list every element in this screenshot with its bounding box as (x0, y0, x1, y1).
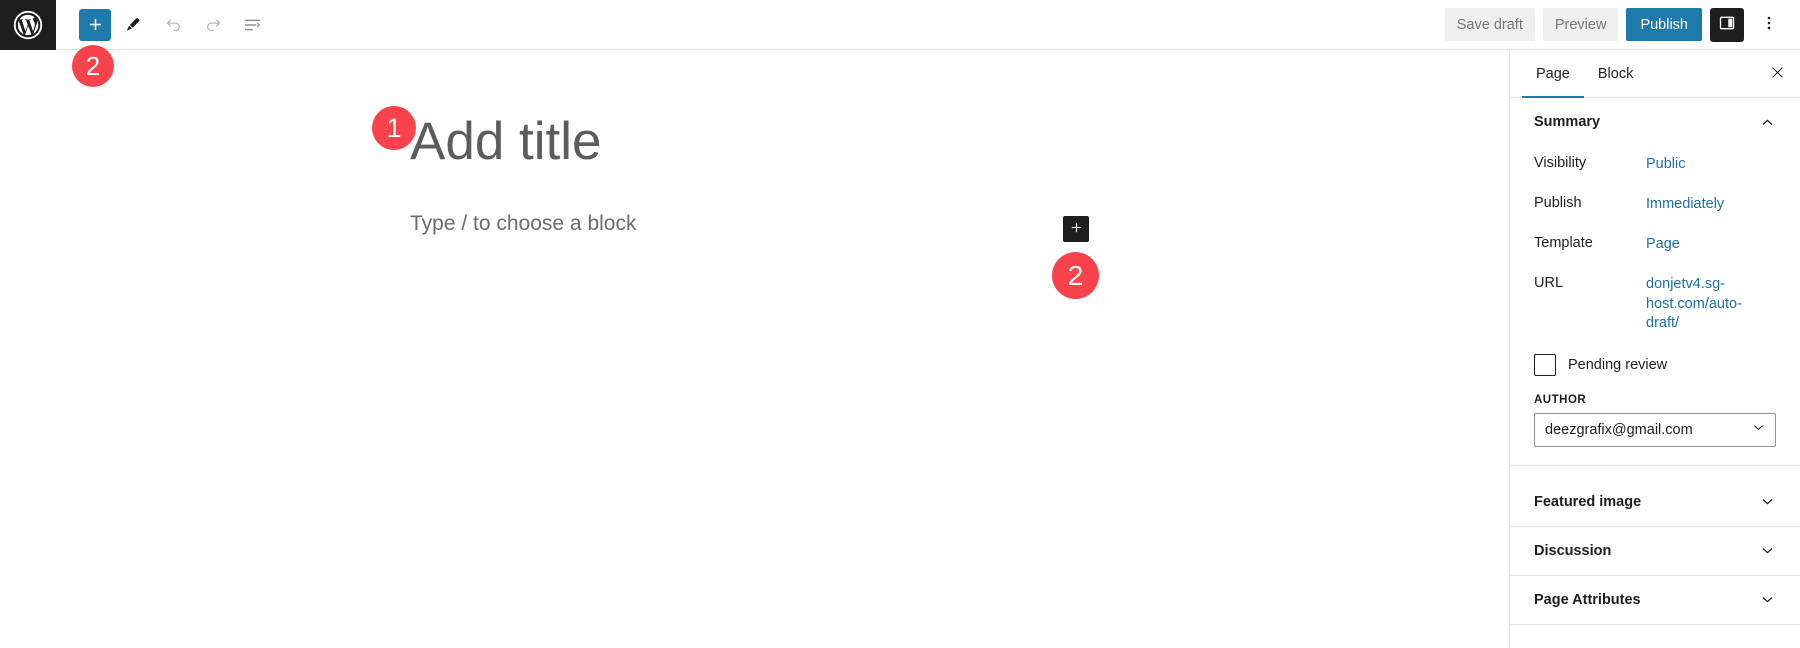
summary-panel-title: Summary (1534, 114, 1601, 130)
editor-header-toolbar: Save draft Preview Publish (0, 0, 1800, 50)
close-x-icon (1769, 64, 1786, 84)
document-overview-button[interactable] (235, 7, 271, 43)
discussion-panel: Discussion (1510, 527, 1800, 576)
page-attributes-panel-title: Page Attributes (1534, 591, 1641, 608)
redo-button[interactable] (195, 7, 231, 43)
template-label: Template (1534, 235, 1593, 251)
summary-row-url: URL donjetv4.sg-host.com/auto-draft/ (1534, 266, 1776, 340)
url-label: URL (1534, 275, 1564, 291)
author-select-wrapper: deezgrafix@gmail.com (1534, 412, 1776, 447)
featured-image-panel: Featured image (1510, 478, 1800, 527)
undo-arrow-icon (163, 14, 184, 35)
discussion-panel-title: Discussion (1534, 542, 1612, 559)
default-block-appender[interactable]: Type / to choose a block (410, 212, 636, 236)
featured-image-panel-title: Featured image (1534, 493, 1642, 510)
add-block-button[interactable] (79, 8, 111, 41)
plus-icon (86, 15, 105, 34)
sidebar-tab-list: Page Block (1510, 51, 1800, 98)
chevron-down-icon (1759, 493, 1776, 510)
header-right-tool-group: Save draft Preview Publish (1444, 7, 1800, 42)
more-options-button[interactable] (1752, 8, 1786, 42)
pending-review-row: Pending review (1534, 340, 1776, 386)
page-attributes-panel: Page Attributes (1510, 576, 1800, 625)
chevron-down-icon (1759, 542, 1776, 559)
document-overview-icon (242, 14, 264, 36)
undo-button[interactable] (155, 7, 191, 43)
preview-button[interactable]: Preview (1542, 8, 1619, 41)
plus-icon (1069, 220, 1084, 238)
url-value-button[interactable]: donjetv4.sg-host.com/auto-draft/ (1646, 272, 1754, 334)
editor-canvas: Add title Type / to choose a block (0, 51, 1509, 648)
inline-block-inserter-button[interactable] (1063, 216, 1089, 242)
publish-value-button[interactable]: Immediately (1646, 192, 1724, 215)
summary-row-template: Template Page (1534, 226, 1776, 266)
save-draft-button[interactable]: Save draft (1444, 8, 1535, 41)
discussion-panel-header[interactable]: Discussion (1510, 527, 1800, 575)
chevron-down-icon (1759, 591, 1776, 608)
wordpress-logo-button[interactable] (0, 0, 56, 50)
author-field-label: AUTHOR (1534, 393, 1587, 406)
summary-panel-body: Visibility Public Publish Immediately Te… (1510, 146, 1800, 465)
publish-label: Publish (1534, 195, 1582, 211)
visibility-label: Visibility (1534, 155, 1587, 171)
visibility-value-button[interactable]: Public (1646, 152, 1686, 175)
summary-panel-header[interactable]: Summary (1510, 98, 1800, 146)
tools-button[interactable] (115, 7, 151, 43)
pencil-icon (123, 15, 143, 35)
header-left-tool-group (79, 7, 271, 43)
wordpress-block-editor: Save draft Preview Publish Add title Typ… (0, 0, 1800, 648)
post-title-input[interactable]: Add title (410, 112, 602, 171)
pending-review-checkbox[interactable] (1534, 353, 1556, 376)
wordpress-logo-icon (13, 10, 43, 40)
author-select[interactable]: deezgrafix@gmail.com (1534, 412, 1776, 447)
summary-panel: Summary Visibility Public Publish Immedi… (1510, 98, 1800, 466)
pending-review-label[interactable]: Pending review (1568, 357, 1667, 373)
featured-image-panel-header[interactable]: Featured image (1510, 478, 1800, 526)
redo-arrow-icon (203, 14, 224, 35)
settings-sidebar-toggle-button[interactable] (1710, 7, 1744, 42)
sidebar-panel-icon (1717, 13, 1737, 36)
vertical-ellipsis-icon (1760, 14, 1778, 35)
summary-row-visibility: Visibility Public (1534, 146, 1776, 186)
tab-page[interactable]: Page (1522, 51, 1584, 98)
tab-block[interactable]: Block (1584, 51, 1647, 97)
close-sidebar-button[interactable] (1754, 51, 1800, 97)
page-attributes-panel-header[interactable]: Page Attributes (1510, 576, 1800, 624)
settings-sidebar: Page Block Summary Visibility Public Pub… (1509, 51, 1800, 648)
summary-row-publish: Publish Immediately (1534, 186, 1776, 226)
template-value-button[interactable]: Page (1646, 232, 1680, 255)
chevron-up-icon (1759, 114, 1776, 131)
publish-button[interactable]: Publish (1626, 8, 1702, 41)
